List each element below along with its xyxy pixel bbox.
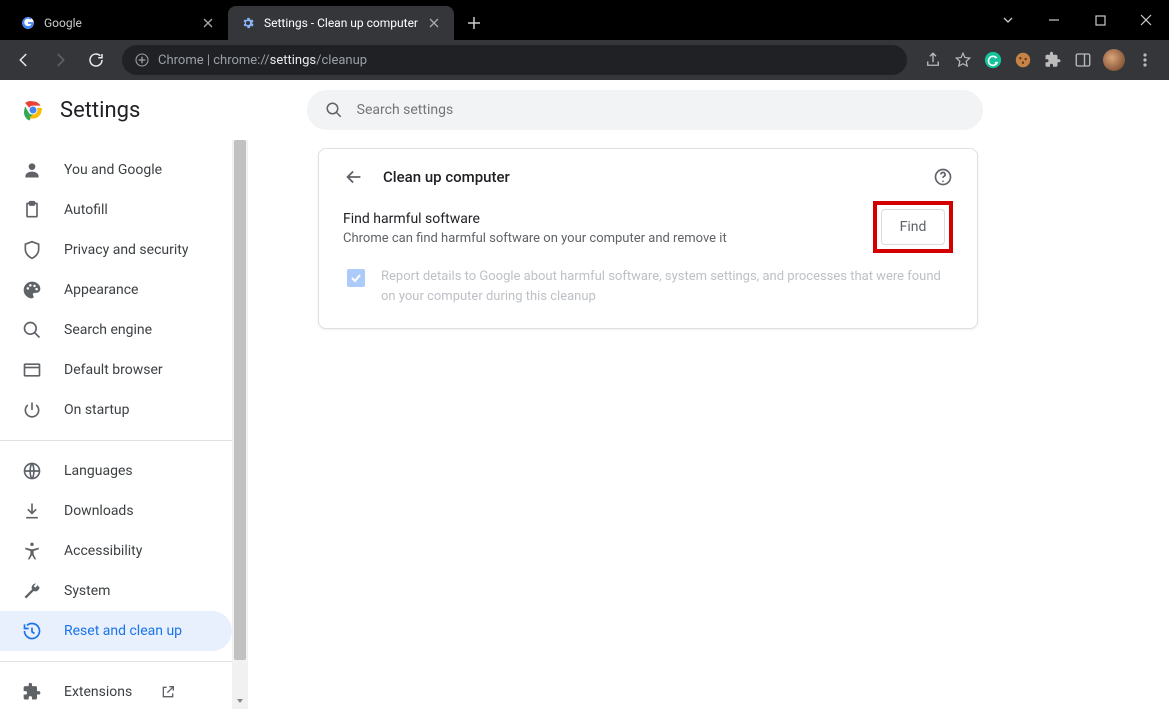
card-title: Clean up computer (383, 168, 510, 186)
cleanup-card: Clean up computer Find harmful software … (318, 148, 978, 329)
sidebar-item-label: Accessibility (64, 543, 142, 559)
help-icon[interactable] (933, 167, 953, 187)
browser-toolbar: Chrome | chrome://settings/cleanup (0, 40, 1169, 80)
find-harmful-section: Find harmful software Chrome can find ha… (343, 205, 953, 253)
sidebar-item-label: Downloads (64, 503, 134, 519)
search-icon (22, 320, 42, 340)
scroll-down-arrow-icon[interactable] (232, 693, 248, 709)
search-settings-box[interactable] (307, 90, 983, 130)
profile-avatar[interactable] (1103, 49, 1125, 71)
address-bar[interactable]: Chrome | chrome://settings/cleanup (122, 45, 907, 75)
extensions-puzzle-icon[interactable] (1043, 50, 1063, 70)
extension-grammarly-icon[interactable] (983, 50, 1003, 70)
tab-title: Google (44, 16, 192, 30)
section-title: Find harmful software (343, 211, 853, 227)
report-details-row: Report details to Google about harmful s… (343, 253, 953, 306)
search-input[interactable] (357, 102, 965, 118)
window-titlebar: Google Settings - Clean up computer (0, 0, 1169, 40)
minimize-button[interactable] (1031, 0, 1077, 40)
sidebar-item-downloads[interactable]: Downloads (0, 491, 232, 531)
sidebar-item-label: System (64, 583, 110, 599)
bookmark-star-icon[interactable] (953, 50, 973, 70)
chevron-down-icon[interactable] (985, 0, 1031, 40)
sidebar-item-autofill[interactable]: Autofill (0, 190, 232, 230)
settings-header: Settings (0, 80, 1169, 140)
sidebar-item-system[interactable]: System (0, 571, 232, 611)
sidebar-item-label: Default browser (64, 362, 163, 378)
globe-icon (22, 461, 42, 481)
restore-icon (22, 621, 42, 641)
sidebar-item-on-startup[interactable]: On startup (0, 390, 232, 430)
settings-content: Clean up computer Find harmful software … (248, 140, 1169, 709)
report-checkbox[interactable] (347, 269, 365, 287)
clipboard-icon (22, 200, 42, 220)
tab-title: Settings - Clean up computer (264, 16, 418, 30)
accessibility-icon (22, 541, 42, 561)
sidebar-item-languages[interactable]: Languages (0, 451, 232, 491)
sidebar-item-label: Privacy and security (64, 242, 188, 258)
address-text: Chrome | chrome://settings/cleanup (158, 53, 367, 68)
external-link-icon (160, 684, 176, 700)
sidebar-item-you-and-google[interactable]: You and Google (0, 150, 232, 190)
sidebar-divider (0, 661, 232, 662)
forward-button[interactable] (44, 44, 76, 76)
sidebar-item-privacy[interactable]: Privacy and security (0, 230, 232, 270)
sidebar-item-search-engine[interactable]: Search engine (0, 310, 232, 350)
side-panel-icon[interactable] (1073, 50, 1093, 70)
power-icon (22, 400, 42, 420)
sidebar-divider (0, 440, 232, 441)
download-icon (22, 501, 42, 521)
sidebar-item-label: Reset and clean up (64, 623, 182, 639)
sidebar-item-label: You and Google (64, 162, 162, 178)
section-subtitle: Chrome can find harmful software on your… (343, 231, 853, 246)
sidebar-scrollbar[interactable] (232, 140, 248, 709)
new-tab-button[interactable] (460, 9, 488, 37)
toolbar-actions (917, 49, 1161, 71)
back-arrow-button[interactable] (343, 166, 365, 188)
chrome-logo-icon (20, 97, 46, 123)
wrench-icon (22, 581, 42, 601)
close-window-button[interactable] (1123, 0, 1169, 40)
sidebar-item-label: Autofill (64, 202, 108, 218)
sidebar-item-label: Search engine (64, 322, 152, 338)
find-button-highlight: Find (873, 201, 953, 253)
close-icon[interactable] (426, 15, 442, 31)
sidebar-item-accessibility[interactable]: Accessibility (0, 531, 232, 571)
share-icon[interactable] (923, 50, 943, 70)
tab-google[interactable]: Google (8, 6, 228, 40)
shield-icon (22, 240, 42, 260)
sidebar-item-label: Appearance (64, 282, 138, 298)
sidebar-item-label: On startup (64, 402, 130, 418)
extension-cookie-icon[interactable] (1013, 50, 1033, 70)
search-icon (325, 101, 343, 119)
scroll-thumb[interactable] (234, 140, 246, 660)
sidebar-item-label: Languages (64, 463, 133, 479)
settings-sidebar: You and Google Autofill Privacy and secu… (0, 140, 232, 709)
site-info-icon[interactable] (134, 52, 150, 68)
back-button[interactable] (8, 44, 40, 76)
puzzle-icon (22, 682, 42, 702)
chrome-menu-icon[interactable] (1135, 50, 1155, 70)
close-icon[interactable] (200, 15, 216, 31)
browser-window-icon (22, 360, 42, 380)
sidebar-item-appearance[interactable]: Appearance (0, 270, 232, 310)
reload-button[interactable] (80, 44, 112, 76)
report-checkbox-label: Report details to Google about harmful s… (381, 267, 953, 306)
google-favicon (20, 15, 36, 31)
sidebar-item-reset-cleanup[interactable]: Reset and clean up (0, 611, 232, 651)
settings-body: You and Google Autofill Privacy and secu… (0, 140, 1169, 709)
settings-gear-icon (240, 15, 256, 31)
sidebar-item-default-browser[interactable]: Default browser (0, 350, 232, 390)
browser-tabs: Google Settings - Clean up computer (0, 6, 488, 40)
page-title: Settings (60, 98, 140, 123)
window-controls (985, 0, 1169, 40)
palette-icon (22, 280, 42, 300)
person-icon (22, 160, 42, 180)
sidebar-item-extensions[interactable]: Extensions (0, 672, 232, 709)
sidebar-item-label: Extensions (64, 684, 132, 700)
tab-settings-cleanup[interactable]: Settings - Clean up computer (228, 6, 454, 40)
find-button[interactable]: Find (881, 209, 945, 245)
maximize-button[interactable] (1077, 0, 1123, 40)
